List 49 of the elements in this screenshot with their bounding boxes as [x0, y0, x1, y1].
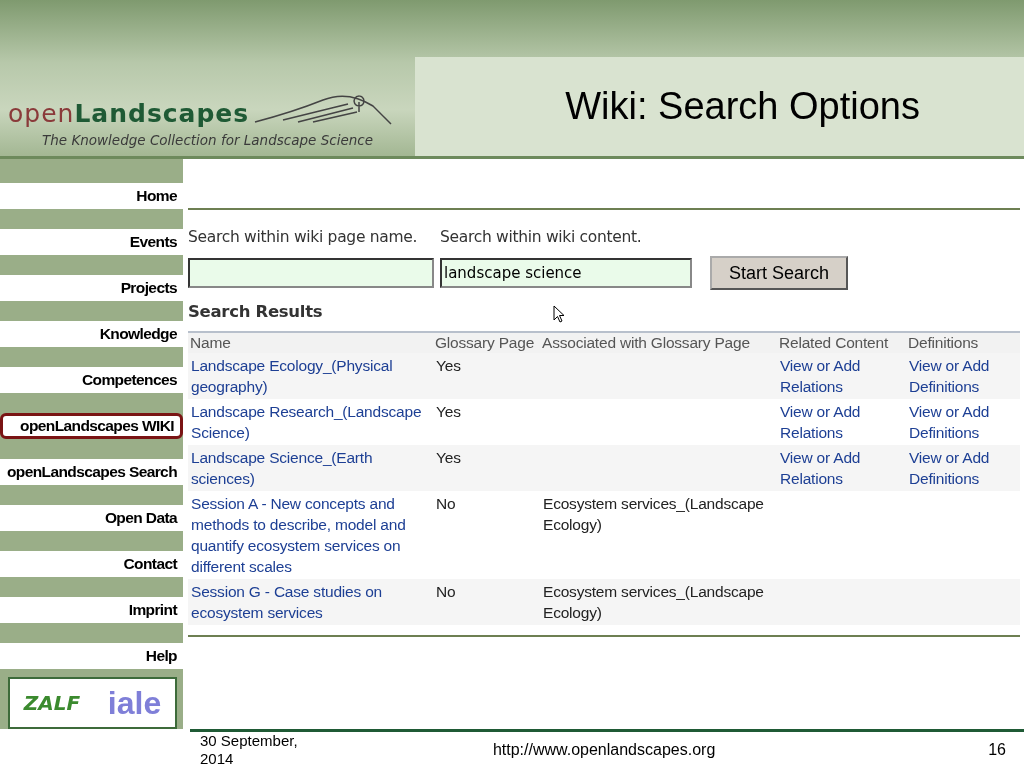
start-search-button[interactable]: Start Search [710, 256, 848, 290]
wiki-page-link[interactable]: Session G - Case studies on ecosystem services [191, 581, 431, 623]
sidebar-nav-item[interactable]: Competences [0, 367, 183, 393]
content-search-field[interactable]: landscape science [440, 258, 692, 288]
relations-link[interactable]: View or Add Relations [780, 355, 904, 397]
sidebar-nav-item[interactable]: Help [0, 643, 183, 669]
definitions-link[interactable]: View or Add Definitions [909, 401, 1018, 443]
wiki-page-link[interactable]: Landscape Ecology_(Physical geography) [191, 355, 431, 397]
wiki-page-link[interactable]: Landscape Research_(Landscape Science) [191, 401, 431, 443]
partner-logo-text: ZALF [23, 691, 81, 715]
page-number: 16 [988, 741, 1006, 759]
column-header: Definitions [906, 332, 1020, 353]
field-label: Search within wiki page name. [188, 228, 419, 246]
table-cell-text: No [436, 582, 457, 602]
column-header: Associated with Glossary Page [540, 332, 777, 353]
table-cell-text: Yes [436, 448, 462, 468]
table-cell-text: No [436, 494, 457, 514]
wiki-page-link[interactable]: Landscape Science_(Earth sciences) [191, 447, 431, 489]
table-cell-text: Yes [436, 356, 462, 376]
mouse-pointer-icon [553, 305, 565, 323]
sidebar-nav-item[interactable]: Knowledge [0, 321, 183, 347]
sidebar-nav-item[interactable]: Home [0, 183, 183, 209]
sidebar-nav-item[interactable]: Imprint [0, 597, 183, 623]
sidebar-nav-item[interactable]: Events [0, 229, 183, 255]
sidebar-nav-item[interactable]: Open Data [0, 505, 183, 531]
column-header: Name [188, 332, 433, 353]
column-header: Related Content [777, 332, 906, 353]
partner-logo-text: iale [107, 684, 162, 722]
footer-url: http://www.openlandscapes.org [491, 741, 717, 759]
relations-link[interactable]: View or Add Relations [780, 401, 904, 443]
section-heading: Search Results [188, 302, 323, 321]
page-name-search-field[interactable] [188, 258, 434, 288]
sidebar-nav-item[interactable]: Contact [0, 551, 183, 577]
relations-link[interactable]: View or Add Relations [780, 447, 904, 489]
field-label: Search within wiki content. [440, 228, 643, 246]
wiki-page-link[interactable]: Session A - New concepts and methods to describe, model and quantify ecosystem services on different scales [191, 493, 431, 577]
site-logo-text: openLandscapes [8, 100, 250, 128]
column-header: Glossary Page [433, 332, 540, 353]
table-cell-text: Yes [436, 402, 462, 422]
definitions-link[interactable]: View or Add Definitions [909, 447, 1018, 489]
site-tagline: The Knowledge Collection for Landscape Science [42, 132, 374, 148]
sidebar-nav-item[interactable]: openLandscapes WIKI [0, 413, 183, 439]
slide-date: 30 September, 2014 [200, 732, 299, 768]
sidebar-nav-item[interactable]: openLandscapes Search [0, 459, 183, 485]
table-cell-text: Ecosystem services_(Landscape Ecology) [543, 582, 765, 623]
table-cell-text: Ecosystem services_(Landscape Ecology) [543, 494, 765, 535]
slide-title: Wiki: Search Options [565, 85, 920, 128]
sidebar-nav-item[interactable]: Projects [0, 275, 183, 301]
definitions-link[interactable]: View or Add Definitions [909, 355, 1018, 397]
